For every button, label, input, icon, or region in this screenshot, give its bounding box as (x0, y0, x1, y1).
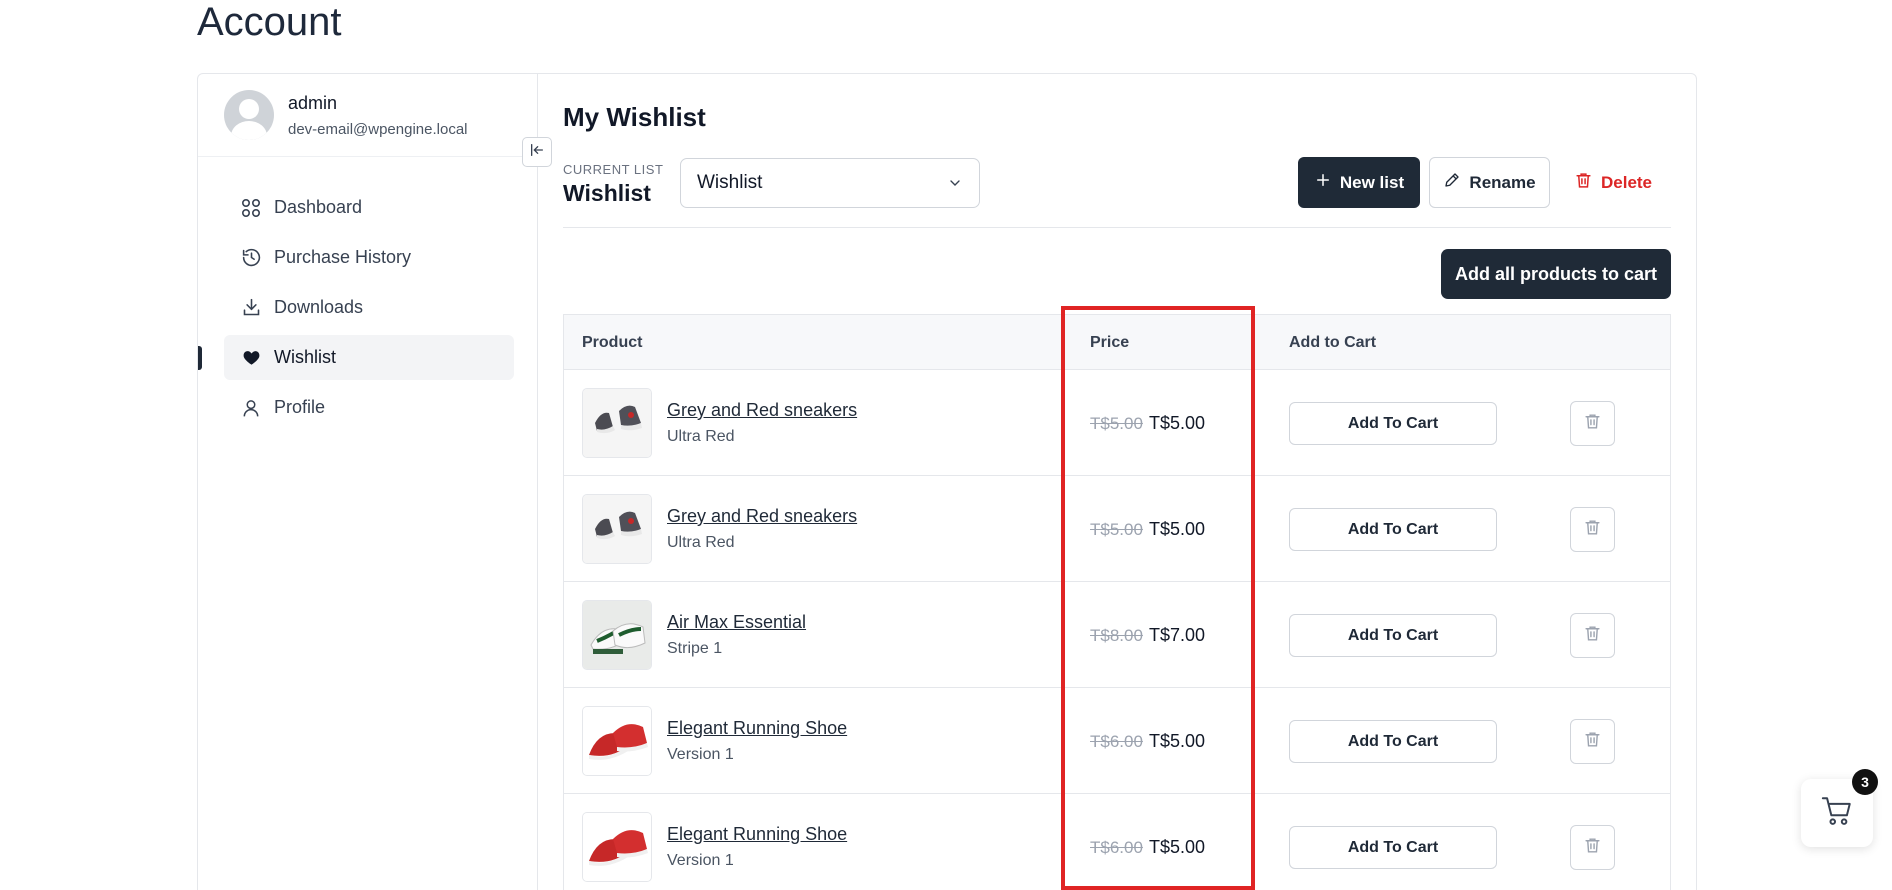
grid-icon (240, 197, 262, 219)
avatar (224, 90, 274, 140)
trash-icon (1583, 518, 1602, 542)
trash-icon (1583, 836, 1602, 860)
add-to-cart-button[interactable]: Add To Cart (1289, 826, 1497, 869)
new-list-button[interactable]: New list (1298, 157, 1420, 208)
trash-icon (1574, 171, 1593, 195)
sidebar-item-label: Dashboard (274, 197, 363, 217)
history-icon (240, 247, 262, 269)
product-thumbnail[interactable] (582, 812, 652, 882)
column-header-add-to-cart: Add to Cart (1289, 334, 1377, 351)
product-name-link[interactable]: Air Max Essential (667, 612, 806, 633)
product-name-link[interactable]: Grey and Red sneakers (667, 506, 857, 527)
account-card: admin dev-email@wpengine.local Dashboard… (197, 73, 1697, 890)
rename-label: Rename (1469, 172, 1536, 192)
wishlist-title: My Wishlist (563, 102, 706, 132)
user-name: admin (288, 93, 338, 113)
cart-count-badge: 3 (1852, 769, 1878, 795)
product-name-link[interactable]: Grey and Red sneakers (667, 400, 857, 421)
wishlist-select[interactable]: Wishlist (680, 158, 980, 208)
user-summary: admin dev-email@wpengine.local (198, 74, 537, 157)
product-thumbnail[interactable] (582, 388, 652, 458)
pencil-icon (1443, 171, 1461, 194)
product-name-link[interactable]: Elegant Running Shoe (667, 718, 847, 739)
user-icon (240, 397, 262, 419)
divider (563, 227, 1671, 228)
plus-icon (1314, 171, 1332, 194)
current-list-label: CURRENT LIST (563, 162, 664, 177)
sidebar-item-label: Wishlist (274, 347, 336, 367)
delete-list-button[interactable]: Delete (1560, 157, 1666, 208)
add-to-cart-button[interactable]: Add To Cart (1289, 614, 1497, 657)
sidebar-item-purchase-history[interactable]: Purchase History (224, 235, 514, 280)
collapse-left-icon (529, 142, 545, 163)
active-indicator (198, 346, 202, 370)
trash-icon (1583, 624, 1602, 648)
add-to-cart-button[interactable]: Add To Cart (1289, 508, 1497, 551)
product-variant: Ultra Red (667, 428, 735, 445)
current-list-name: Wishlist (563, 180, 651, 206)
price-column-highlight (1061, 306, 1255, 890)
download-icon (240, 297, 262, 319)
new-list-label: New list (1339, 172, 1405, 192)
add-all-to-cart-button[interactable]: Add all products to cart (1441, 249, 1671, 299)
product-thumbnail[interactable] (582, 706, 652, 776)
add-to-cart-button[interactable]: Add To Cart (1289, 402, 1497, 445)
remove-item-button[interactable] (1570, 507, 1615, 552)
product-variant: Version 1 (667, 852, 734, 869)
column-header-product: Product (582, 334, 643, 351)
sidebar-item-label: Downloads (274, 297, 364, 317)
page-title: Account (197, 0, 342, 44)
sidebar-item-dashboard[interactable]: Dashboard (224, 185, 514, 230)
sidebar-nav: Dashboard Purchase History Downloads Wis… (198, 185, 514, 435)
trash-icon (1583, 730, 1602, 754)
delete-label: Delete (1600, 172, 1653, 192)
rename-button[interactable]: Rename (1429, 157, 1550, 208)
heart-icon (240, 347, 262, 369)
remove-item-button[interactable] (1570, 719, 1615, 764)
sidebar-item-label: Purchase History (274, 247, 412, 267)
product-variant: Ultra Red (667, 534, 735, 551)
sidebar-item-label: Profile (274, 397, 326, 417)
add-to-cart-button[interactable]: Add To Cart (1289, 720, 1497, 763)
trash-icon (1583, 412, 1602, 436)
account-sidebar: admin dev-email@wpengine.local Dashboard… (198, 74, 538, 890)
remove-item-button[interactable] (1570, 401, 1615, 446)
wishlist-select-value: Wishlist (697, 172, 763, 193)
sidebar-item-wishlist[interactable]: Wishlist (198, 335, 514, 380)
cart-icon (1820, 794, 1854, 833)
sidebar-item-profile[interactable]: Profile (224, 385, 514, 430)
chevron-down-icon (947, 175, 963, 197)
remove-item-button[interactable] (1570, 613, 1615, 658)
product-variant: Version 1 (667, 746, 734, 763)
collapse-sidebar-button[interactable] (522, 137, 552, 167)
product-variant: Stripe 1 (667, 640, 723, 657)
product-thumbnail[interactable] (582, 600, 652, 670)
product-name-link[interactable]: Elegant Running Shoe (667, 824, 847, 845)
remove-item-button[interactable] (1570, 825, 1615, 870)
user-email: dev-email@wpengine.local (288, 121, 468, 138)
product-thumbnail[interactable] (582, 494, 652, 564)
sidebar-item-downloads[interactable]: Downloads (224, 285, 514, 330)
